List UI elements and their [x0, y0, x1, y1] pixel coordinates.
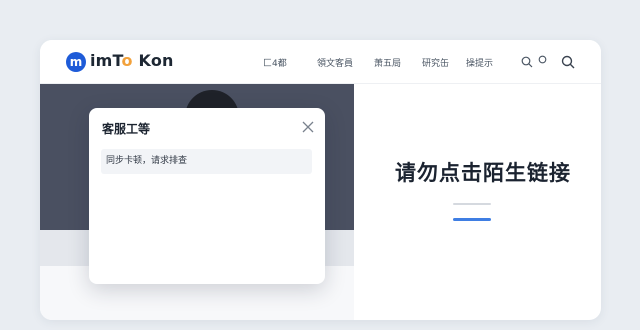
ticket-message[interactable]: 同步卡顿，请求排查 [101, 149, 312, 174]
logo-icon[interactable]: m [66, 52, 86, 72]
divider-line [453, 203, 491, 205]
logo-text-a: imT [90, 51, 122, 70]
nav-item-3[interactable]: 萧五局 [374, 56, 401, 69]
search-icon[interactable] [521, 56, 533, 68]
nav-item-5[interactable]: 操提示 [466, 56, 493, 69]
notification-icon[interactable] [538, 55, 547, 64]
accent-underline [453, 218, 491, 221]
nav-item-1[interactable]: 匚4都 [263, 56, 287, 69]
close-icon[interactable] [301, 120, 315, 134]
search-icon[interactable] [561, 55, 575, 69]
support-ticket-modal: 客服工等 同步卡顿，请求排查 [89, 108, 325, 284]
nav-item-4[interactable]: 研究缶 [422, 56, 449, 69]
hero-headline: 请勿点击陌生链接 [395, 161, 571, 185]
nav-item-2[interactable]: 領文客員 [317, 56, 353, 69]
modal-title: 客服工等 [102, 122, 151, 136]
logo-text-accent: o [121, 51, 133, 70]
site-header: m imTo Kon 匚4都 領文客員 萧五局 研究缶 操提示 [40, 40, 601, 84]
logo-text-b: Kon [132, 51, 174, 70]
logo-text[interactable]: imTo Kon [90, 51, 174, 70]
